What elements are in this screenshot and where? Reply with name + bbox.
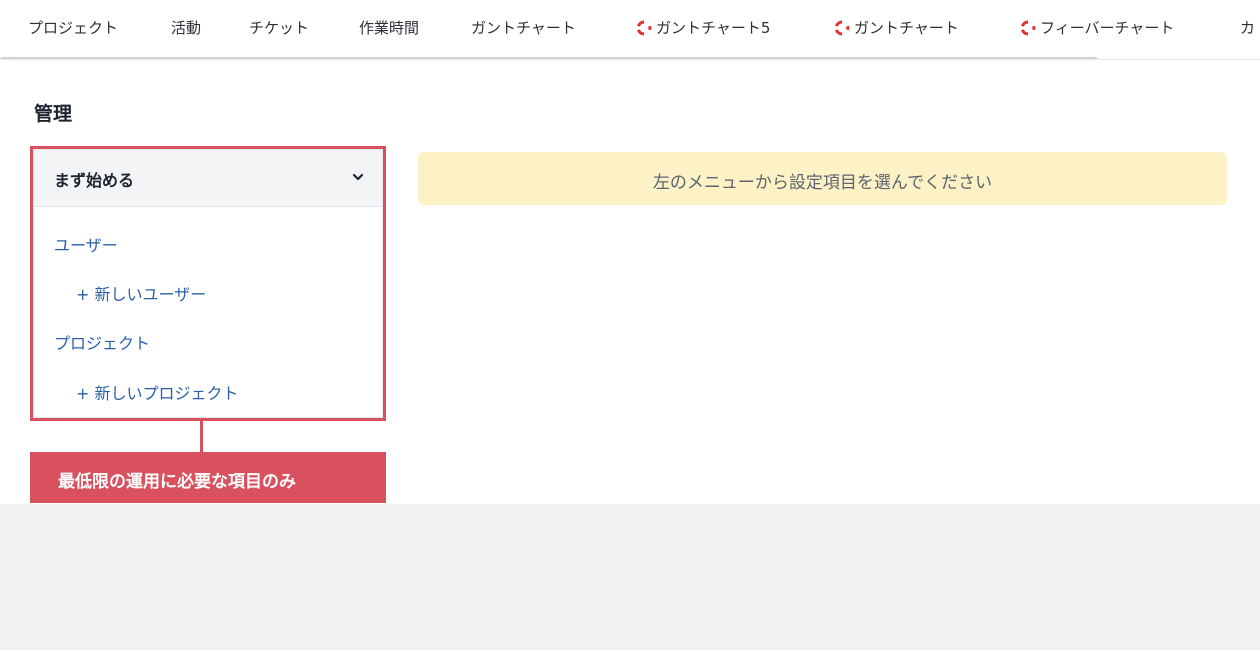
info-notice: 左のメニューから設定項目を選んでください [418,152,1227,205]
menu-section-header[interactable]: まず始める [34,150,382,207]
gantt-plugin-icon [636,20,652,35]
tab-gantt[interactable]: ガントチャート [471,17,576,38]
top-tab-bar: プロジェクト 活動 チケット 作業時間 ガントチャート ガントチャート5 ガント… [0,0,1260,60]
menu-link-users[interactable]: ユーザー [54,232,118,256]
tab-fever-chart[interactable]: フィーバーチャート [1020,17,1174,38]
menu-section-label: まず始める [54,171,135,190]
callout-label: 最低限の運用に必要な項目のみ [30,452,386,503]
tab-label: 活動 [171,19,202,37]
tab-time-entries[interactable]: 作業時間 [359,17,419,38]
tab-label: ガントチャート [854,19,959,37]
tab-label: ガントチャート5 [656,19,771,37]
menu-link-new-user[interactable]: + 新しいユーザー [76,281,206,305]
tab-label: プロジェクト [28,19,119,37]
tab-overflow[interactable]: カ [1240,17,1255,38]
tab-activity[interactable]: 活動 [171,17,201,38]
gantt-plugin-icon [834,20,850,35]
tab-label: カ [1240,19,1256,37]
admin-menu: まず始める ユーザー + 新しいユーザー プロジェクト + 新しいプロジェクト [33,149,383,418]
tab-tickets[interactable]: チケット [249,17,309,38]
tab-projects[interactable]: プロジェクト [28,17,118,38]
main-content: プロジェクト 活動 チケット 作業時間 ガントチャート ガントチャート5 ガント… [0,0,1260,504]
chevron-down-icon [352,173,364,181]
tab-label: フィーバーチャート [1040,19,1175,37]
menu-link-projects[interactable]: プロジェクト [54,330,150,354]
gantt-plugin-icon [1020,20,1036,35]
tab-scrollbar-thumb[interactable] [0,57,1098,59]
tab-label: 作業時間 [359,19,420,37]
tab-label: ガントチャート [471,19,576,37]
callout-connector [200,421,203,452]
tab-gantt-plugin[interactable]: ガントチャート [834,17,959,38]
menu-link-new-project[interactable]: + 新しいプロジェクト [76,380,239,404]
tab-gantt-5[interactable]: ガントチャート5 [636,17,770,38]
tab-label: チケット [249,19,310,37]
page-title: 管理 [34,103,73,125]
